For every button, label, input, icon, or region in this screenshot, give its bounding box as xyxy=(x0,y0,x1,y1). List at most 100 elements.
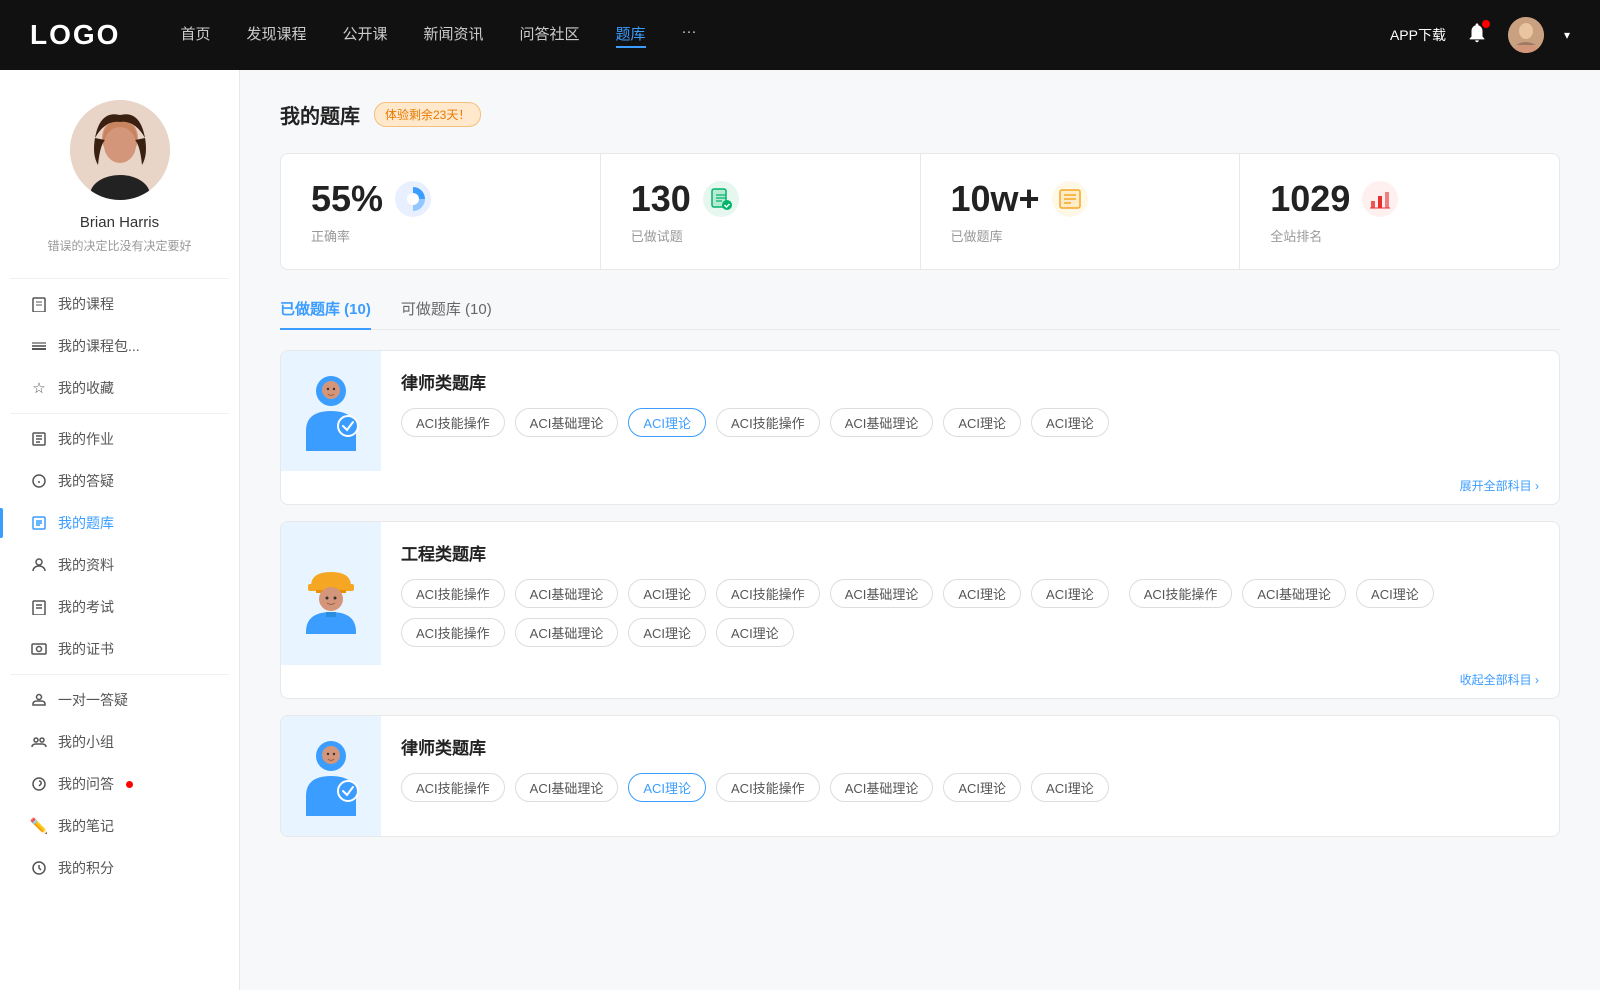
avatar-svg xyxy=(1508,17,1544,53)
app-download-button[interactable]: APP下载 xyxy=(1390,25,1446,45)
engineer-icon xyxy=(296,554,366,634)
eng-tag-9[interactable]: ACI基础理论 xyxy=(1242,579,1346,608)
course-pkg-label: 我的课程包... xyxy=(58,336,140,356)
eng-tag-13[interactable]: ACI理论 xyxy=(628,618,706,647)
myqa-icon xyxy=(30,775,48,793)
sidebar-item-cert[interactable]: 我的证书 xyxy=(10,628,229,670)
profile-label: 我的资料 xyxy=(58,555,114,575)
logo[interactable]: LOGO xyxy=(30,19,120,51)
accuracy-icon xyxy=(395,181,431,217)
main-content: 我的题库 体验剩余23天！ 55% xyxy=(240,70,1600,990)
user-name: Brian Harris xyxy=(80,214,159,231)
sidebar-item-courses[interactable]: 我的课程 xyxy=(10,283,229,325)
l2-tag-6[interactable]: ACI理论 xyxy=(943,773,1021,802)
sidebar-item-qbank[interactable]: 我的题库 xyxy=(10,502,229,544)
exam-icon xyxy=(30,598,48,616)
stat-done-banks-value: 10w+ xyxy=(951,178,1040,220)
qbank-lawyer2-icon-area xyxy=(281,716,381,836)
eng-tag-4[interactable]: ACI技能操作 xyxy=(716,579,820,608)
sidebar-item-group[interactable]: 我的小组 xyxy=(10,721,229,763)
qbank-lawyer1-tags: ACI技能操作 ACI基础理论 ACI理论 ACI技能操作 ACI基础理论 AC… xyxy=(401,408,1539,437)
l2-tag-2[interactable]: ACI基础理论 xyxy=(515,773,619,802)
tag-aci-theory-active[interactable]: ACI理论 xyxy=(628,408,706,437)
done-banks-label: 已做题库 xyxy=(951,226,1210,245)
eng-tag-3[interactable]: ACI理论 xyxy=(628,579,706,608)
notification-bell[interactable] xyxy=(1466,22,1488,49)
eng-tag-1[interactable]: ACI技能操作 xyxy=(401,579,505,608)
nav-link-news[interactable]: 新闻资讯 xyxy=(424,23,484,48)
qbank-lawyer2-content: 律师类题库 ACI技能操作 ACI基础理论 ACI理论 ACI技能操作 ACI基… xyxy=(381,716,1559,836)
nav-link-home[interactable]: 首页 xyxy=(180,23,210,48)
user-menu-chevron[interactable]: ▾ xyxy=(1564,28,1570,42)
nav-right: APP下载 ▾ xyxy=(1390,17,1570,53)
eng-tag-12[interactable]: ACI基础理论 xyxy=(515,618,619,647)
collapse-link-engineer[interactable]: 收起全部科目 › xyxy=(1460,671,1539,688)
eng-tag-6[interactable]: ACI理论 xyxy=(943,579,1021,608)
tag-aci-theory-3[interactable]: ACI理论 xyxy=(943,408,1021,437)
myqa-notification-dot xyxy=(126,781,133,788)
favorites-label: 我的收藏 xyxy=(58,378,114,398)
profile-icon xyxy=(30,556,48,574)
eng-tag-11[interactable]: ACI技能操作 xyxy=(401,618,505,647)
favorites-icon: ☆ xyxy=(30,379,48,397)
qa-label: 我的答疑 xyxy=(58,471,114,491)
cert-label: 我的证书 xyxy=(58,639,114,659)
qbank-card-lawyer1-inner: 律师类题库 ACI技能操作 ACI基础理论 ACI理论 ACI技能操作 ACI基… xyxy=(281,351,1559,471)
nav-link-qbank[interactable]: 题库 xyxy=(616,23,646,48)
qbank-engineer-content: 工程类题库 ACI技能操作 ACI基础理论 ACI理论 ACI技能操作 ACI基… xyxy=(381,522,1559,665)
user-avatar[interactable] xyxy=(1508,17,1544,53)
stat-done-banks-top: 10w+ xyxy=(951,178,1210,220)
sidebar-menu: 我的课程 我的课程包... ☆ 我的收藏 我的作业 xyxy=(0,274,239,889)
nav-link-qa[interactable]: 问答社区 xyxy=(520,23,580,48)
group-label: 我的小组 xyxy=(58,732,114,752)
lawyer2-icon xyxy=(296,736,366,816)
sidebar-item-points[interactable]: 我的积分 xyxy=(10,847,229,889)
qbank-icon xyxy=(30,514,48,532)
profile-picture xyxy=(70,100,170,200)
one-on-one-icon xyxy=(30,691,48,709)
ranking-icon xyxy=(1362,181,1398,217)
accuracy-label: 正确率 xyxy=(311,226,570,245)
sidebar-item-profile[interactable]: 我的资料 xyxy=(10,544,229,586)
sidebar-item-myqa[interactable]: 我的问答 xyxy=(10,763,229,805)
eng-tag-10[interactable]: ACI理论 xyxy=(1356,579,1434,608)
pie-chart-icon xyxy=(399,185,427,213)
qbank-engineer-icon-area xyxy=(281,522,381,665)
tag-aci-theory-basic-2[interactable]: ACI基础理论 xyxy=(830,408,934,437)
sidebar-item-exam[interactable]: 我的考试 xyxy=(10,586,229,628)
eng-tag-14[interactable]: ACI理论 xyxy=(716,618,794,647)
sidebar-item-homework[interactable]: 我的作业 xyxy=(10,418,229,460)
courses-label: 我的课程 xyxy=(58,294,114,314)
qbank-engineer-footer: 收起全部科目 › xyxy=(281,665,1559,698)
sidebar-item-favorites[interactable]: ☆ 我的收藏 xyxy=(10,367,229,409)
l2-tag-1[interactable]: ACI技能操作 xyxy=(401,773,505,802)
sidebar-item-1on1[interactable]: 一对一答疑 xyxy=(10,679,229,721)
group-icon xyxy=(30,733,48,751)
stat-done-banks: 10w+ 已做题库 xyxy=(921,154,1241,269)
l2-tag-7[interactable]: ACI理论 xyxy=(1031,773,1109,802)
tab-done-banks[interactable]: 已做题库 (10) xyxy=(280,298,371,329)
eng-tag-5[interactable]: ACI基础理论 xyxy=(830,579,934,608)
expand-link-lawyer1[interactable]: 展开全部科目 › xyxy=(1460,477,1539,494)
l2-tag-3[interactable]: ACI理论 xyxy=(628,773,706,802)
eng-tag-8[interactable]: ACI技能操作 xyxy=(1129,579,1233,608)
eng-tag-7[interactable]: ACI理论 xyxy=(1031,579,1109,608)
tag-aci-skill-2[interactable]: ACI技能操作 xyxy=(716,408,820,437)
trial-badge: 体验剩余23天！ xyxy=(374,102,481,127)
nav-link-courses[interactable]: 发现课程 xyxy=(246,23,306,48)
eng-tag-2[interactable]: ACI基础理论 xyxy=(515,579,619,608)
l2-tag-5[interactable]: ACI基础理论 xyxy=(830,773,934,802)
tag-aci-theory-4[interactable]: ACI理论 xyxy=(1031,408,1109,437)
nav-link-more[interactable]: ··· xyxy=(682,23,697,48)
avatar-image xyxy=(1508,17,1544,53)
l2-tag-4[interactable]: ACI技能操作 xyxy=(716,773,820,802)
nav-link-open[interactable]: 公开课 xyxy=(342,23,387,48)
tab-available-banks[interactable]: 可做题库 (10) xyxy=(401,298,492,329)
sidebar-item-qa[interactable]: 我的答疑 xyxy=(10,460,229,502)
done-questions-label: 已做试题 xyxy=(631,226,890,245)
homework-label: 我的作业 xyxy=(58,429,114,449)
sidebar-item-notes[interactable]: ✏️ 我的笔记 xyxy=(10,805,229,847)
tag-aci-theory-basic-1[interactable]: ACI基础理论 xyxy=(515,408,619,437)
sidebar-item-course-pkg[interactable]: 我的课程包... xyxy=(10,325,229,367)
tag-aci-skill-1[interactable]: ACI技能操作 xyxy=(401,408,505,437)
